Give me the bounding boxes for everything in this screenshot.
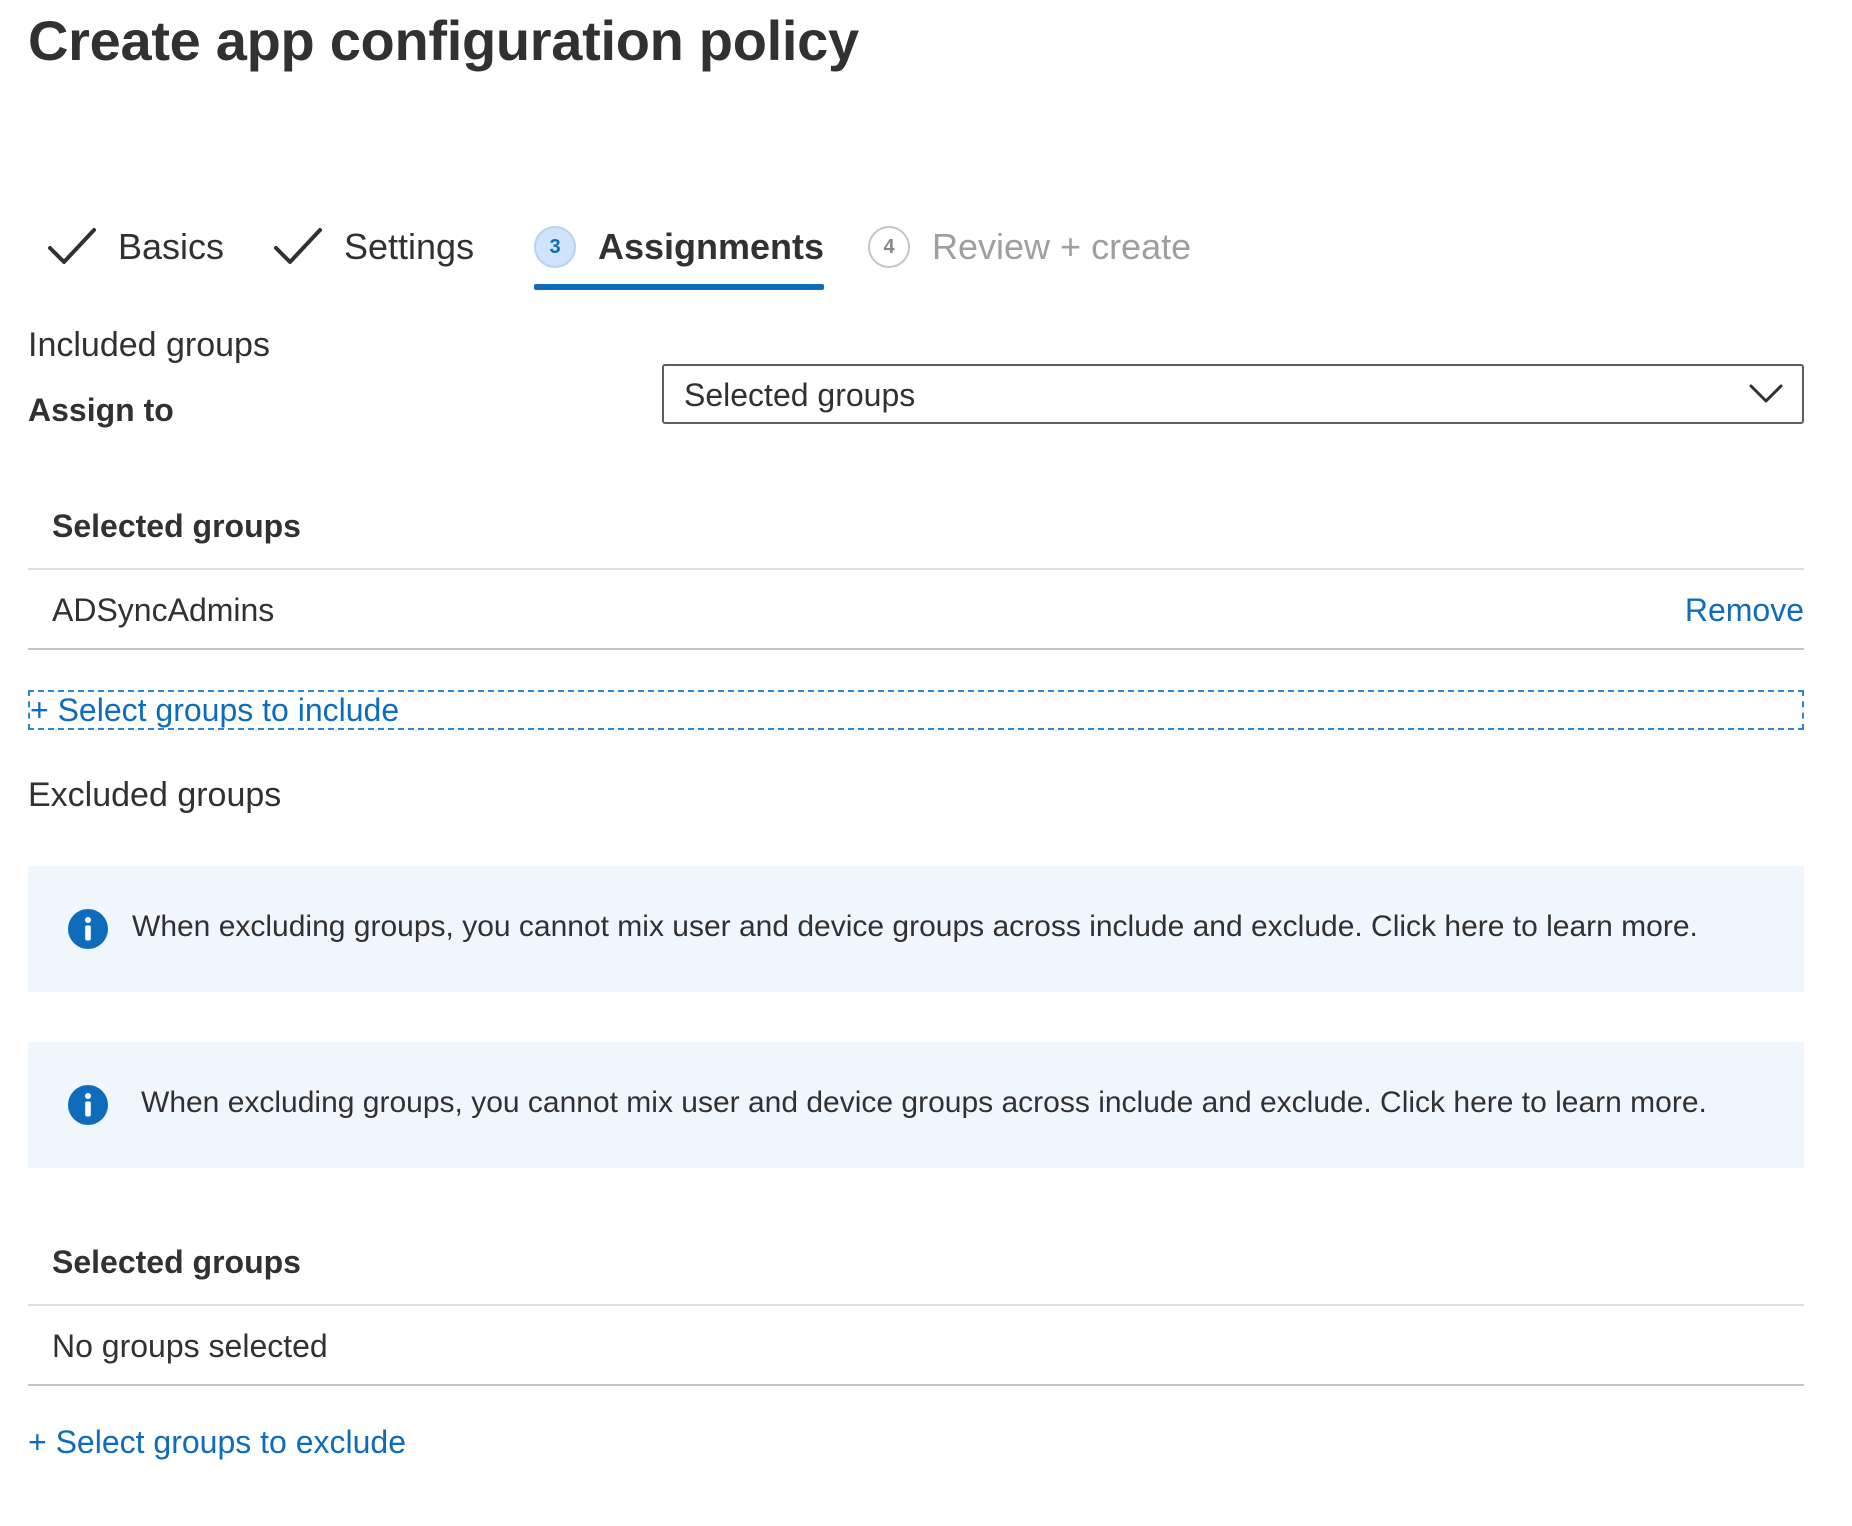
assign-to-dropdown[interactable]: Selected groups xyxy=(662,364,1804,424)
step-label: Assignments xyxy=(598,226,825,267)
step-label: Basics xyxy=(118,226,225,267)
assign-to-value: Selected groups xyxy=(684,377,916,413)
info-banner[interactable]: When excluding groups, you cannot mix us… xyxy=(28,1042,1804,1168)
info-banner-text: When excluding groups, you cannot mix us… xyxy=(132,910,1698,943)
step-label: Review + create xyxy=(932,226,1192,267)
step-settings[interactable]: Settings xyxy=(272,214,474,294)
step-review-create: 4 Review + create xyxy=(868,214,1191,294)
group-name: ADSyncAdmins xyxy=(52,592,275,628)
table-row: ADSyncAdmins Remove xyxy=(28,570,1804,650)
wizard-steps: Basics Settings 3 Assignments 4 Review +… xyxy=(28,214,1804,294)
select-groups-to-include-link[interactable]: + Select groups to include xyxy=(28,690,1804,730)
step-basics[interactable]: Basics xyxy=(46,214,224,294)
included-table-header: Selected groups xyxy=(28,488,1804,570)
info-icon xyxy=(68,909,108,949)
check-icon xyxy=(48,228,96,264)
assign-to-label: Assign to xyxy=(28,392,174,428)
info-banner-text: When excluding groups, you cannot mix us… xyxy=(141,1086,1707,1119)
column-header-selected-groups: Selected groups xyxy=(52,508,301,544)
table-row: No groups selected xyxy=(28,1306,1804,1386)
step-label: Settings xyxy=(344,226,475,267)
chevron-down-icon xyxy=(1749,384,1783,403)
select-groups-to-exclude-link[interactable]: + Select groups to exclude xyxy=(28,1424,406,1461)
info-icon xyxy=(68,1085,108,1125)
column-header-selected-groups: Selected groups xyxy=(52,1244,301,1280)
info-banner[interactable]: When excluding groups, you cannot mix us… xyxy=(28,866,1804,992)
step-assignments[interactable]: 3 Assignments xyxy=(534,214,825,294)
check-icon xyxy=(274,228,322,264)
page-title: Create app configuration policy xyxy=(28,9,859,72)
active-step-underline xyxy=(534,284,825,290)
step-number-badge: 3 xyxy=(534,226,576,268)
remove-link[interactable]: Remove xyxy=(1685,592,1804,629)
empty-state-text: No groups selected xyxy=(52,1328,328,1364)
excluded-table-header: Selected groups xyxy=(28,1224,1804,1306)
step-number-badge: 4 xyxy=(868,226,910,268)
excluded-groups-heading: Excluded groups xyxy=(28,776,282,814)
included-groups-heading: Included groups xyxy=(28,326,270,364)
